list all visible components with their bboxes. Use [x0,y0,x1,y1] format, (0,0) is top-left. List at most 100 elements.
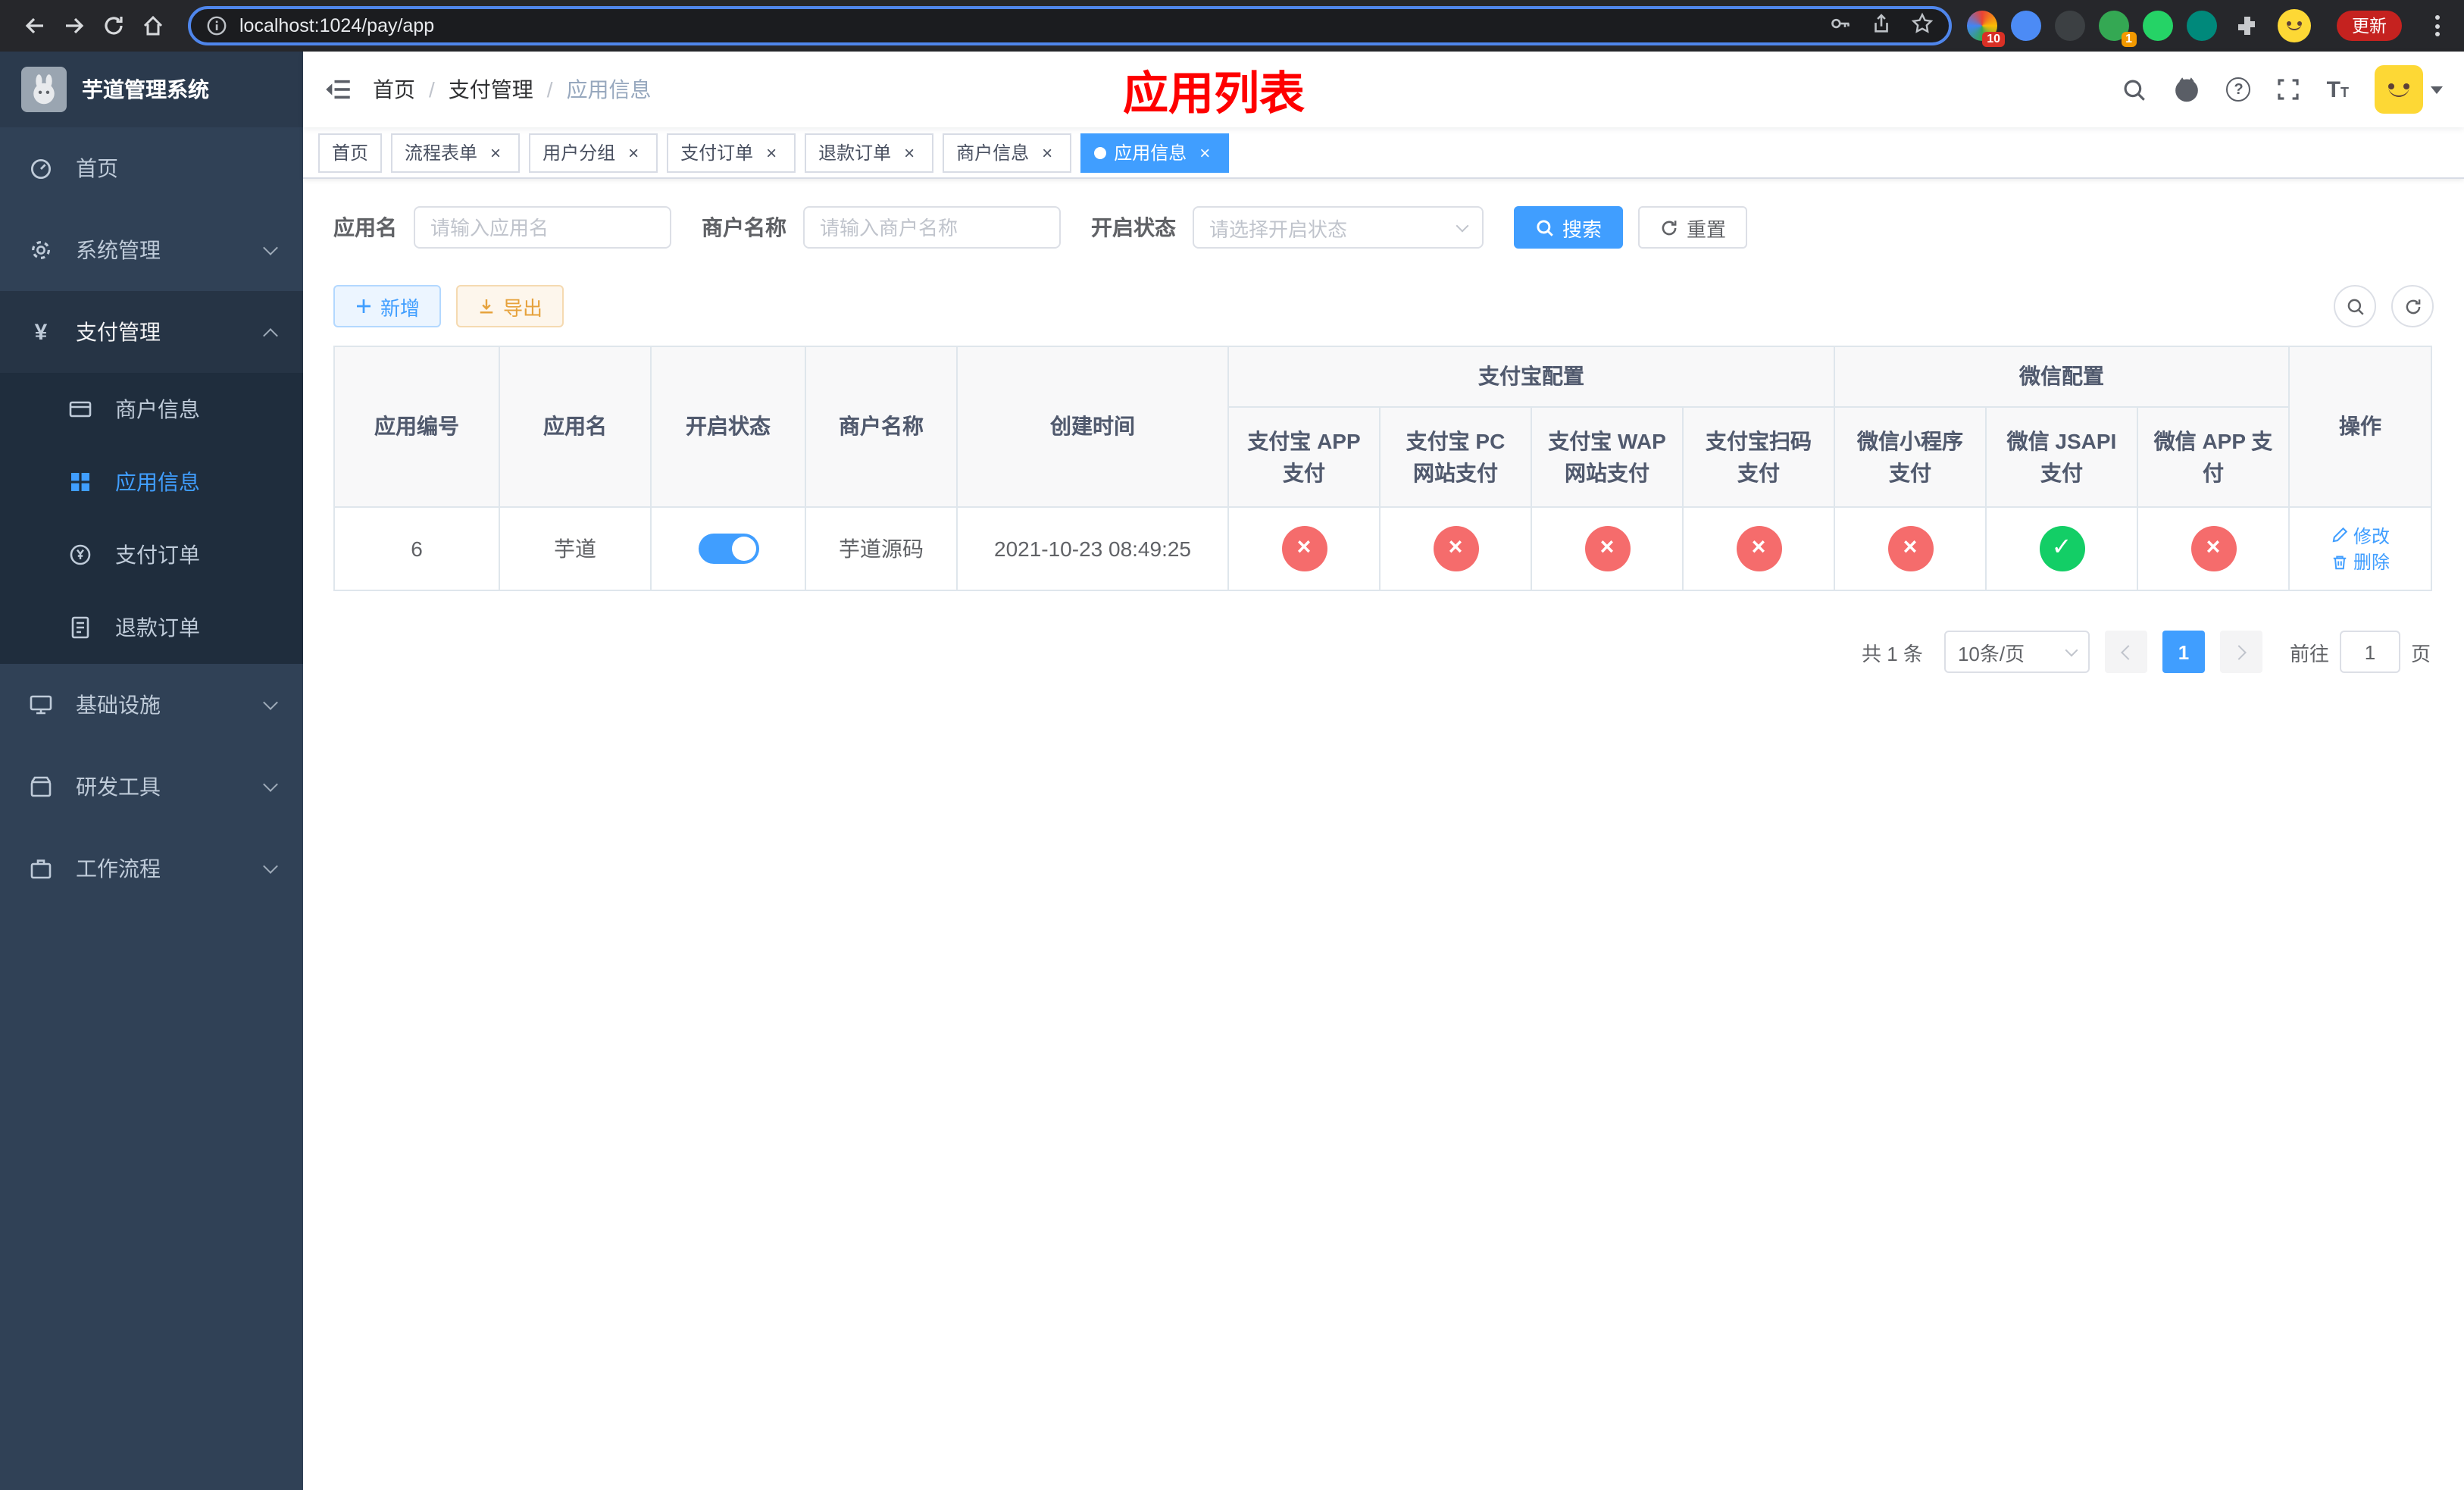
sidebar-item-home[interactable]: 首页 [0,127,303,209]
tab-app-info[interactable]: 应用信息 [1080,133,1230,172]
delete-link-label: 删除 [2353,552,2391,573]
header-search-icon[interactable] [2122,77,2148,102]
sidebar-item-label: 基础设施 [76,693,161,717]
next-page-button[interactable] [2219,631,2262,673]
page-content: 应用名 商户名称 开启状态 请选择开启状态 [303,179,2464,1490]
close-icon[interactable] [623,142,644,163]
font-size-icon[interactable] [2327,77,2349,102]
sidebar-item-pay-order[interactable]: 支付订单 [0,518,303,591]
browser-profile-avatar[interactable] [2278,9,2311,42]
sidebar-item-merchant-info[interactable]: 商户信息 [0,373,303,446]
sidebar-item-payment[interactable]: ¥ 支付管理 [0,291,303,373]
refresh-table-button[interactable] [2391,285,2434,327]
close-icon[interactable] [761,142,782,163]
sidebar: 芋道管理系统 首页 系统管理 ¥ 支付管理 商户信息 应用信息 支付订单 退款订… [0,52,303,1490]
toolbox-icon [27,775,55,799]
close-icon[interactable] [485,142,506,163]
close-icon[interactable] [899,142,920,163]
browser-forward-icon[interactable] [55,6,94,45]
table-toolbar: 新增 导出 [333,285,2434,327]
user-avatar[interactable] [2375,65,2443,114]
browser-menu-icon[interactable] [2425,9,2449,42]
sidebar-item-refund-order[interactable]: 退款订单 [0,591,303,664]
merchant-name-input[interactable] [803,206,1061,249]
goto-page: 前往 页 [2290,631,2431,673]
toggle-search-button[interactable] [2334,285,2376,327]
prev-page-button[interactable] [2104,631,2147,673]
tab-user-group[interactable]: 用户分组 [529,133,658,172]
address-bar[interactable]: localhost:1024/pay/app [188,6,1952,45]
page-size-select[interactable]: 10条/页 [1943,631,2090,673]
sidebar-logo[interactable]: 芋道管理系统 [0,52,303,127]
col-wechat-app: 微信 APP 支付 [2136,406,2290,508]
tab-merchant-info[interactable]: 商户信息 [943,133,1072,172]
github-icon[interactable] [2174,76,2201,103]
page-number-button[interactable]: 1 [2162,631,2205,673]
add-button[interactable]: 新增 [333,285,442,327]
breadcrumb-separator: / [546,77,553,102]
sidebar-item-workflow[interactable]: 工作流程 [0,828,303,909]
edit-link[interactable]: 修改 [2331,522,2390,548]
tab-label: 应用信息 [1114,142,1187,164]
extension-icon[interactable] [2055,11,2085,41]
col-alipay-pc: 支付宝 PC 网站支付 [1379,406,1532,508]
tab-refund-order[interactable]: 退款订单 [805,133,934,172]
browser-update-button[interactable]: 更新 [2337,11,2402,41]
cross-status-icon: × [1887,526,1933,571]
goto-page-input[interactable] [2339,631,2400,673]
close-icon[interactable] [1037,142,1058,163]
app-name-input[interactable] [414,206,671,249]
select-placeholder: 请选择开启状态 [1209,218,1348,240]
cell-wechat-app: × [2136,506,2290,591]
tab-process-form[interactable]: 流程表单 [391,133,521,172]
status-label: 开启状态 [1091,215,1176,239]
status-toggle[interactable] [698,534,758,564]
url-text[interactable]: localhost:1024/pay/app [239,15,1817,36]
sidebar-item-infrastructure[interactable]: 基础设施 [0,664,303,746]
sidebar-collapse-icon[interactable] [324,76,352,103]
screen: localhost:1024/pay/app 10 1 更新 芋道管理系统 首页… [0,0,2464,1490]
site-info-icon[interactable] [206,15,227,36]
tab-home[interactable]: 首页 [318,133,383,172]
fullscreen-icon[interactable] [2277,77,2301,102]
cross-status-icon: × [1584,526,1630,571]
yen-icon: ¥ [34,319,48,345]
chevron-right-icon [2231,644,2247,659]
chevron-up-icon [263,327,278,343]
browser-home-icon[interactable] [133,6,173,45]
extension-icon[interactable]: 1 [2099,11,2137,47]
bookmark-star-icon[interactable] [1911,12,1934,39]
app-name-label: 应用名 [333,215,397,239]
share-icon[interactable] [1870,12,1893,39]
breadcrumb-item[interactable]: 支付管理 [449,74,533,105]
extension-icon[interactable] [2011,11,2041,41]
extensions-puzzle-icon[interactable] [2231,9,2264,42]
search-button[interactable]: 搜索 [1514,206,1624,249]
extension-icon[interactable]: 10 [1967,11,2005,47]
main-area: 首页 / 支付管理 / 应用信息 应用列表 ? T T 首页 流程表单 × 用户… [303,52,2464,1490]
cell-app-id: 6 [333,506,500,591]
password-key-icon[interactable] [1829,12,1852,39]
extension-icon[interactable] [2143,11,2173,41]
tab-pay-order[interactable]: 支付订单 [667,133,796,172]
sidebar-item-dev-tools[interactable]: 研发工具 [0,746,303,828]
sidebar-item-app-info[interactable]: 应用信息 [0,446,303,518]
export-button[interactable]: 导出 [456,285,564,327]
breadcrumb-item[interactable]: 首页 [373,74,415,105]
status-select[interactable]: 请选择开启状态 [1193,206,1484,249]
top-navbar: 首页 / 支付管理 / 应用信息 应用列表 [303,52,2464,127]
app-table: 应用编号 应用名 开启状态 商户名称 创建时间 支付宝配置 微信配置 操作 支付… [333,346,2433,591]
extension-icon[interactable] [2187,11,2217,41]
extension-badge: 1 [2121,32,2137,47]
help-icon[interactable] [2226,77,2251,102]
credit-card-icon [67,397,94,421]
sidebar-item-system[interactable]: 系统管理 [0,209,303,291]
browser-refresh-icon[interactable] [94,6,133,45]
cell-alipay-app: × [1227,506,1381,591]
close-icon[interactable] [1194,142,1215,163]
browser-back-icon[interactable] [15,6,55,45]
cell-app-name: 芋道 [499,506,652,591]
reset-button[interactable]: 重置 [1638,206,1748,249]
delete-link[interactable]: 删除 [2331,549,2390,574]
gear-icon [27,238,55,262]
